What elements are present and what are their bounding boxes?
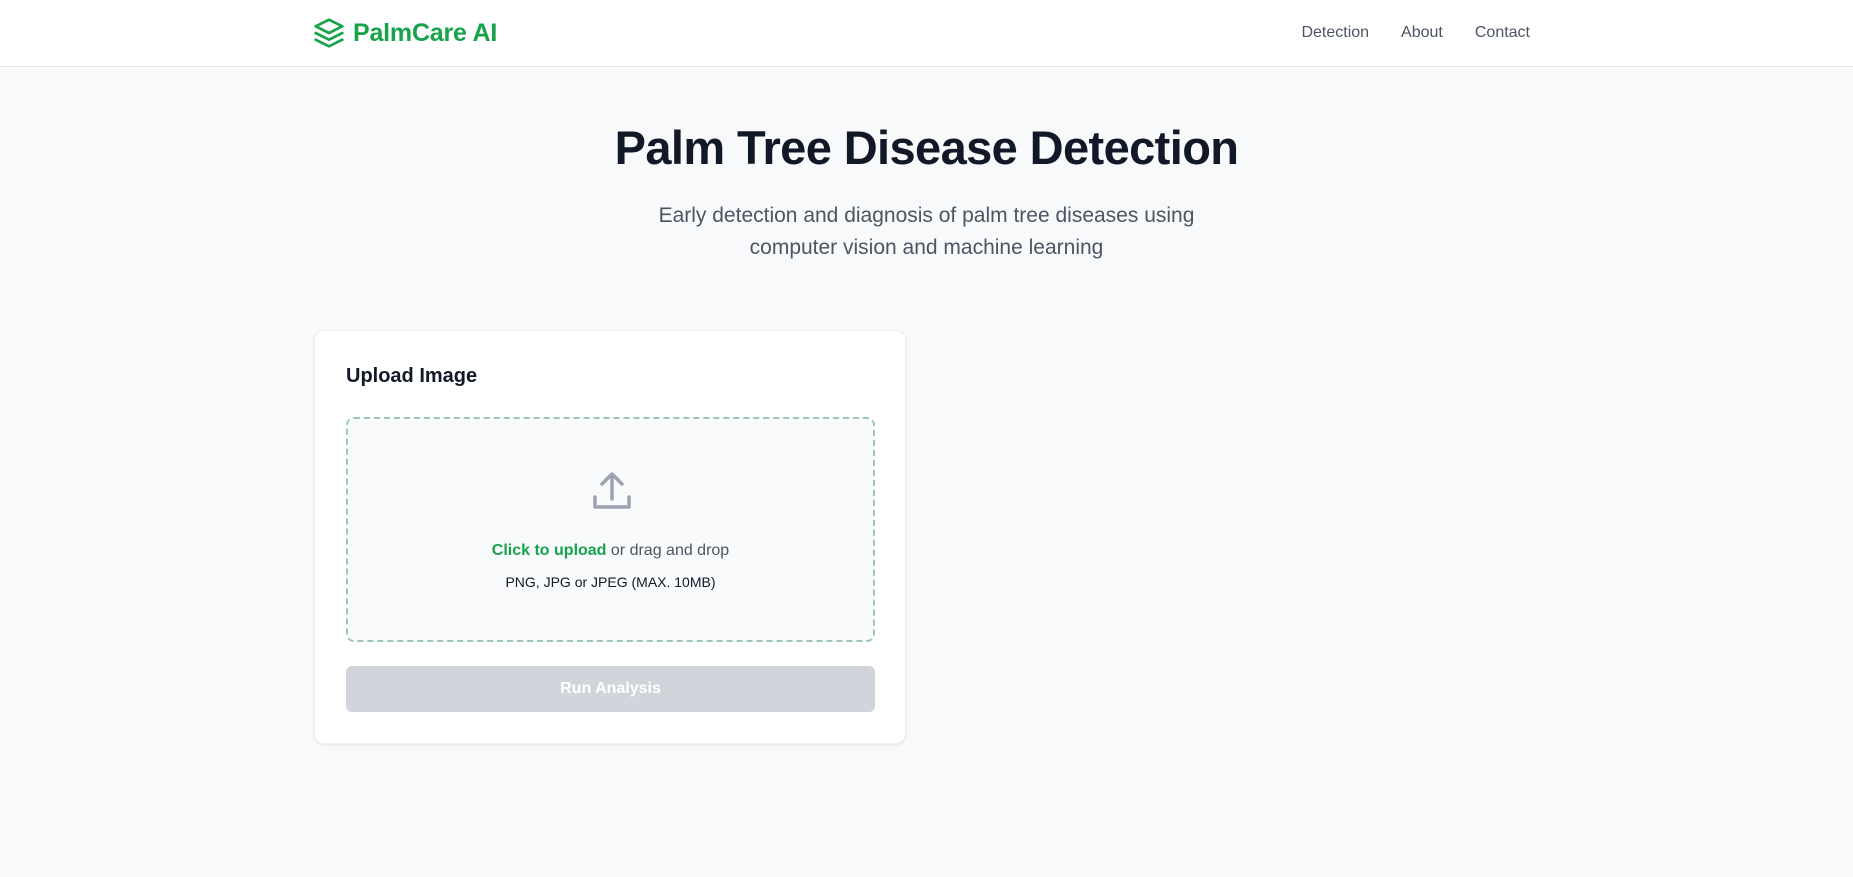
- nav-link-about[interactable]: About: [1401, 24, 1443, 42]
- page-title: Palm Tree Disease Detection: [614, 121, 1239, 174]
- brand-logo-link[interactable]: PalmCare AI: [313, 17, 497, 49]
- layers-icon: [314, 18, 344, 48]
- hero-section: Palm Tree Disease Detection Early detect…: [0, 118, 1853, 264]
- drag-and-drop-text: or drag and drop: [606, 542, 730, 559]
- nav-link-contact[interactable]: Contact: [1475, 24, 1530, 42]
- upload-dropzone[interactable]: Click to upload or drag and drop PNG, JP…: [346, 417, 875, 642]
- top-navbar: PalmCare AI Detection About Contact: [0, 0, 1853, 67]
- brand-name: PalmCare AI: [353, 18, 498, 47]
- run-analysis-button[interactable]: Run Analysis: [346, 666, 875, 712]
- nav-link-detection[interactable]: Detection: [1301, 24, 1369, 42]
- click-to-upload-link[interactable]: Click to upload: [492, 542, 607, 559]
- dropzone-instruction: Click to upload or drag and drop: [348, 542, 873, 560]
- page-subtitle: Early detection and diagnosis of palm tr…: [658, 204, 1195, 259]
- upload-icon: [593, 472, 631, 509]
- upload-card-title: Upload Image: [346, 365, 478, 387]
- file-type-hint: PNG, JPG or JPEG (MAX. 10MB): [505, 574, 716, 590]
- nav-links: Detection About Contact: [1301, 24, 1530, 42]
- upload-card: Upload Image Click to upload or drag and…: [314, 330, 906, 744]
- navbar-inner: PalmCare AI Detection About Contact: [313, 0, 1530, 66]
